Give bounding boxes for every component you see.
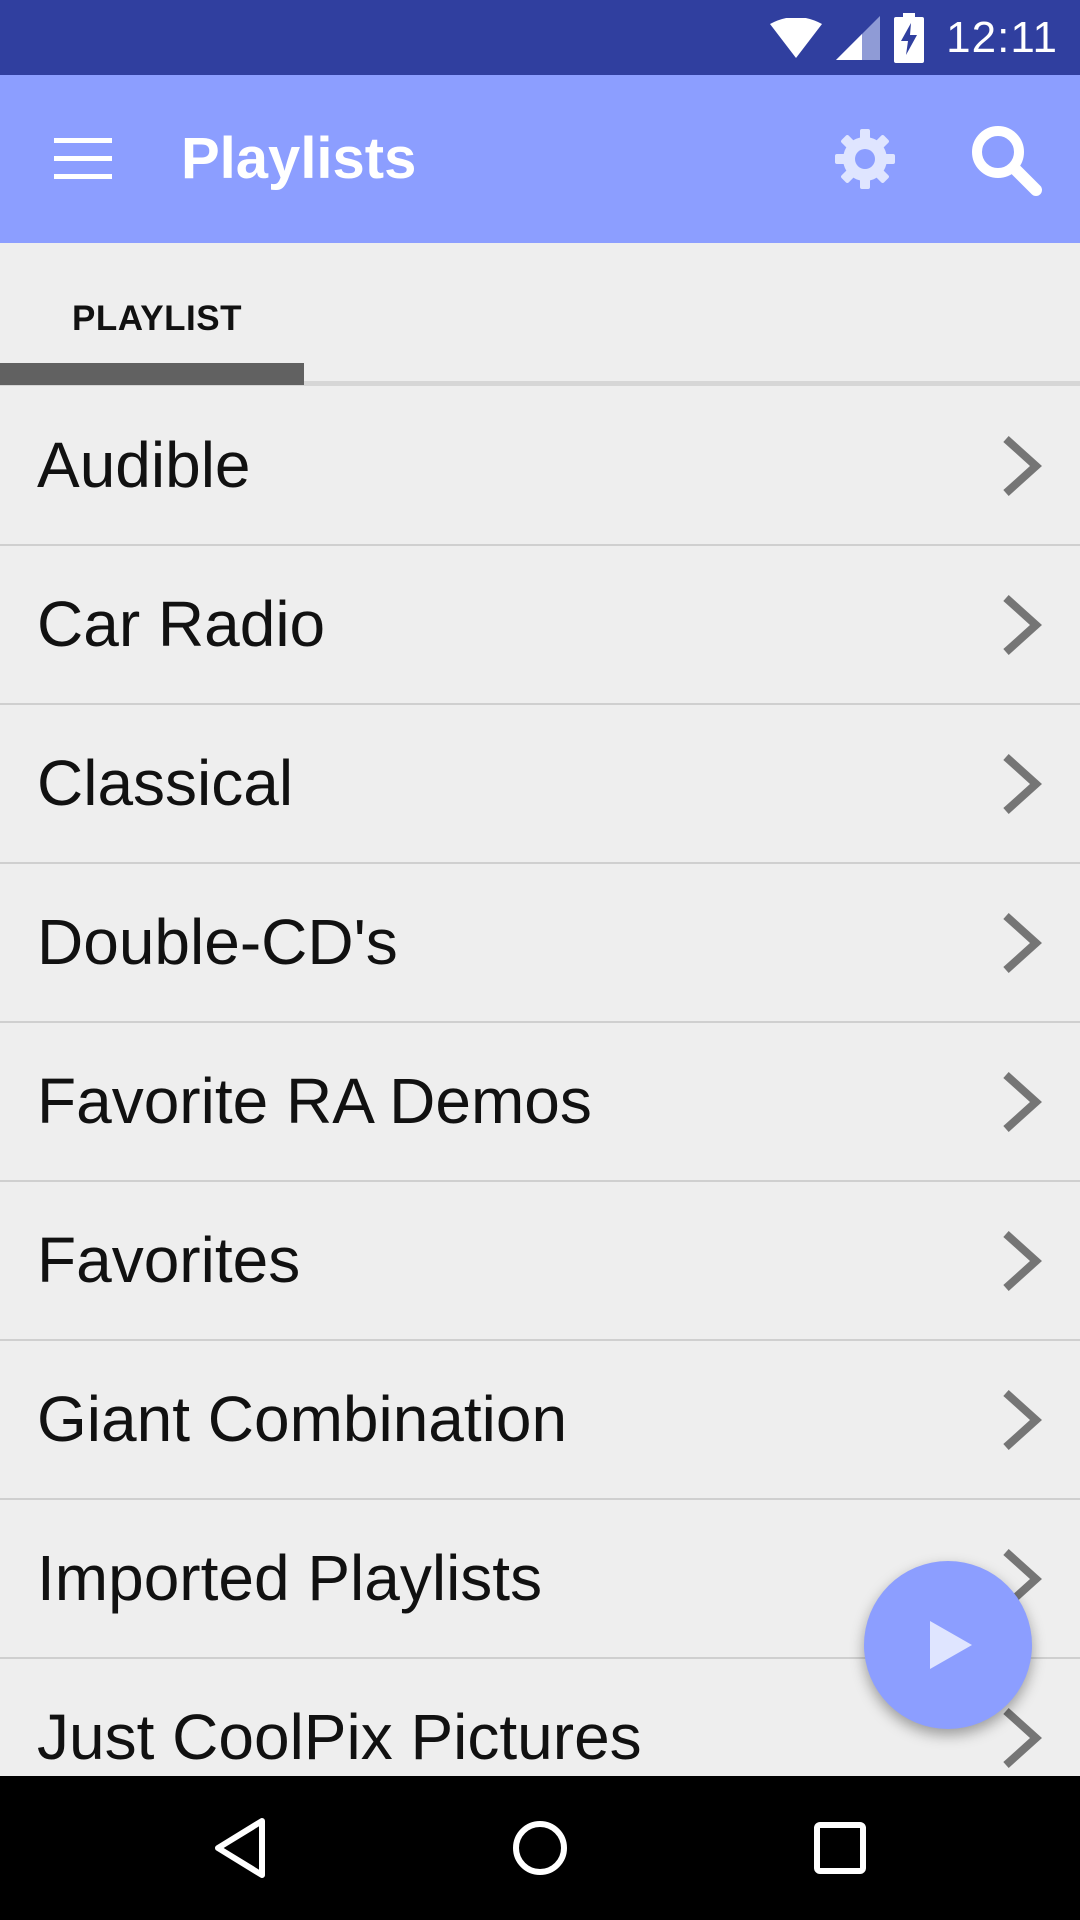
wifi-icon (770, 17, 823, 58)
chevron-right-icon (1003, 754, 1042, 814)
page-title: Playlists (181, 126, 417, 191)
play-fab-button[interactable] (864, 1561, 1032, 1729)
playlist-name: Car Radio (37, 588, 326, 660)
play-icon (930, 1621, 972, 1669)
playlist-name: Double-CD's (37, 906, 398, 978)
playlist-name: Imported Playlists (37, 1542, 543, 1614)
search-button[interactable] (960, 119, 1050, 199)
playlist-item[interactable]: Classical (0, 705, 1080, 864)
tab-bar: PLAYLIST (0, 243, 1080, 387)
chevron-right-icon (1003, 1708, 1042, 1768)
playlist-name: Favorites (37, 1224, 301, 1296)
status-bar: 12:11 (0, 0, 1080, 75)
back-icon (215, 1818, 265, 1878)
playlist-name: Giant Combination (37, 1383, 568, 1455)
tab-selected-indicator (0, 363, 304, 385)
playlist-item[interactable]: Car Radio (0, 546, 1080, 705)
menu-button[interactable] (38, 119, 128, 199)
app-bar: Playlists (0, 75, 1080, 243)
status-time: 12:11 (946, 12, 1058, 62)
system-nav-bar (0, 1776, 1080, 1920)
tab-label: PLAYLIST (72, 299, 242, 338)
chevron-right-icon (1003, 913, 1042, 973)
chevron-right-icon (1003, 436, 1042, 496)
playlist-name: Audible (37, 429, 251, 501)
status-icons: 12:11 (770, 0, 1058, 75)
home-button[interactable] (490, 1798, 590, 1898)
recents-icon (814, 1822, 866, 1874)
signal-icon (836, 15, 881, 60)
playlist-name: Favorite RA Demos (37, 1065, 592, 1137)
chevron-right-icon (1003, 595, 1042, 655)
back-button[interactable] (190, 1798, 290, 1898)
search-icon (972, 126, 1042, 196)
playlist-item[interactable]: Audible (0, 387, 1080, 546)
recents-button[interactable] (790, 1798, 890, 1898)
home-icon (513, 1821, 567, 1875)
menu-icon (54, 138, 112, 179)
playlist-item[interactable]: Double-CD's (0, 864, 1080, 1023)
chevron-right-icon (1003, 1072, 1042, 1132)
battery-charging-icon (894, 12, 925, 63)
settings-gear-icon (835, 129, 895, 189)
settings-button[interactable] (820, 119, 910, 199)
playlist-item[interactable]: Favorites (0, 1182, 1080, 1341)
playlist-name: Just CoolPix Pictures (37, 1701, 642, 1773)
chevron-right-icon (1003, 1390, 1042, 1450)
playlist-name: Classical (37, 747, 294, 819)
chevron-right-icon (1003, 1231, 1042, 1291)
playlist-item[interactable]: Favorite RA Demos (0, 1023, 1080, 1182)
playlist-item[interactable]: Giant Combination (0, 1341, 1080, 1500)
